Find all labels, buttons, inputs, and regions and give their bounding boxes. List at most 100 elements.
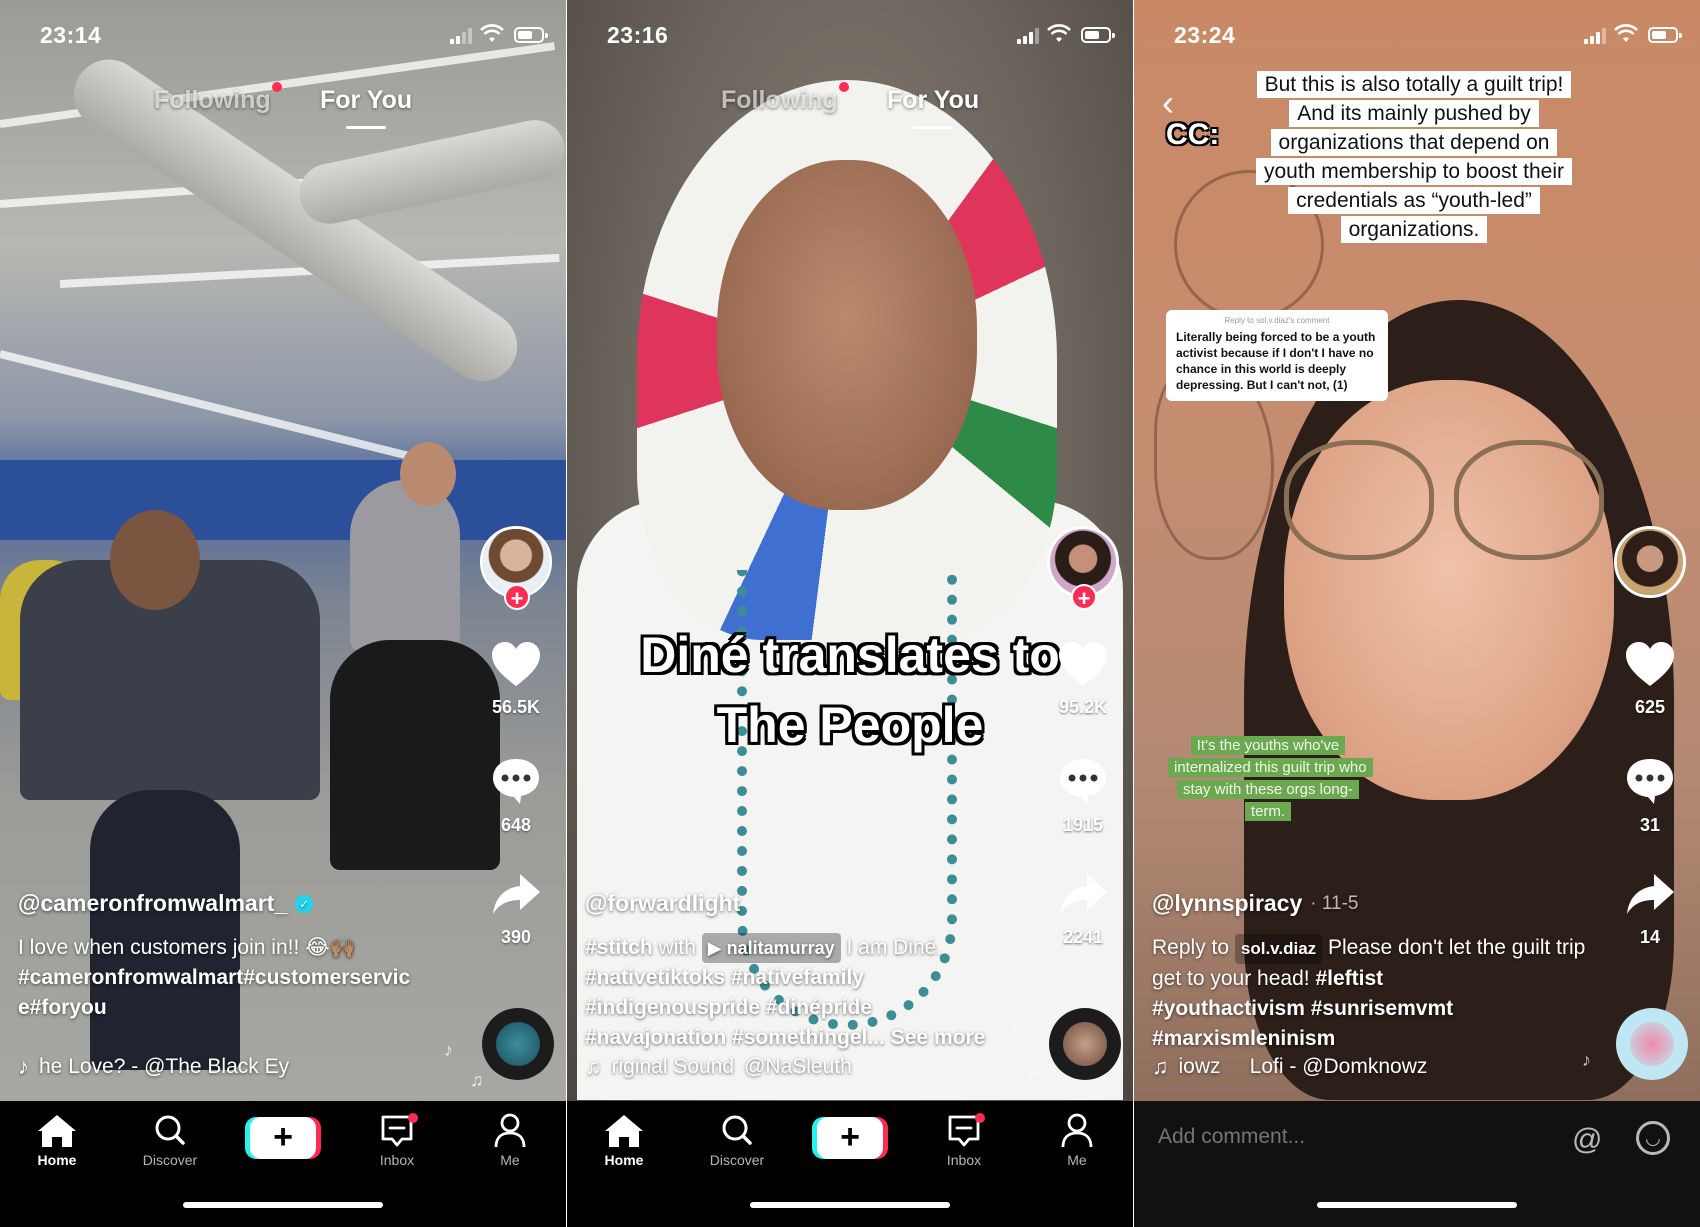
sound-info[interactable]: ♫ iowz Lofi - @Domknowz [1152, 1054, 1592, 1080]
active-tab-indicator [346, 126, 386, 129]
employee-head [110, 510, 200, 610]
tab-for-you[interactable]: For You [320, 86, 412, 115]
hashtags-line[interactable]: #nativetiktoks #nativefamily [585, 963, 1025, 993]
see-more-link[interactable]: See more [891, 1026, 986, 1049]
music-disc[interactable] [482, 1008, 554, 1080]
hashtags-line[interactable]: #indigenouspride #dinépride [585, 993, 1025, 1023]
green-text-overlay: It's the youths who've internalized this… [1168, 735, 1373, 823]
share-button[interactable]: 2241 [1033, 872, 1133, 948]
status-time: 23:16 [607, 22, 669, 48]
music-disc[interactable] [1049, 1008, 1121, 1080]
share-count: 390 [500, 927, 532, 947]
like-count: 95.2K [1058, 697, 1108, 717]
add-comment-input[interactable] [1158, 1125, 1538, 1149]
sound-title: riginal Sound [611, 1055, 735, 1078]
home-indicator [750, 1202, 950, 1208]
tab-following[interactable]: Following [721, 86, 838, 115]
customer-body [350, 480, 460, 650]
share-arrow-icon [493, 874, 540, 914]
share-arrow-icon [1060, 874, 1107, 914]
hashtags-line[interactable]: #youthactivism #sunrisemvmt [1152, 994, 1592, 1024]
phone-screen-3: 23:24 ‹ CC: But this is also totally a g… [1134, 0, 1700, 1227]
nav-inbox[interactable]: Inbox [352, 1111, 442, 1168]
nav-home[interactable]: Home [579, 1111, 669, 1168]
mention-at-icon[interactable]: @ [1572, 1123, 1602, 1157]
video-caption: @forwardlight #stitch with ▶ nalitamurra… [585, 890, 1025, 1053]
hashtag[interactable]: #leftist [1315, 967, 1383, 990]
nav-discover[interactable]: Discover [692, 1111, 782, 1168]
tab-for-you[interactable]: For You [887, 86, 979, 115]
bottom-nav: Home Discover + Inbox Me [0, 1101, 566, 1227]
like-button[interactable]: 95.2K [1033, 640, 1133, 718]
follow-plus-icon[interactable]: + [1071, 584, 1097, 611]
emoji-icon[interactable]: ◡ [1636, 1121, 1670, 1155]
creator-username[interactable]: @lynnspiracy · 11-5 [1152, 890, 1592, 917]
like-button[interactable]: 625 [1600, 640, 1700, 718]
heart-icon [1626, 642, 1674, 686]
status-time: 23:14 [40, 22, 102, 48]
creator-avatar[interactable] [1614, 526, 1686, 598]
video-description: Reply to sol.v.diaz Please don't let the… [1152, 933, 1592, 1054]
comment-bubble-icon [1627, 759, 1673, 804]
battery-icon [1648, 27, 1682, 43]
glasses [1454, 440, 1604, 560]
stitch-hashtag[interactable]: #stitch [585, 936, 653, 959]
cc-label: CC: [1166, 118, 1220, 151]
hashtags-line[interactable]: #navajonation #somethingel... [585, 1026, 885, 1049]
floating-music-note-icon: ♫ [1027, 1060, 1041, 1080]
share-button[interactable]: 390 [466, 872, 566, 948]
create-button[interactable]: + [817, 1117, 883, 1159]
phone-screen-2: 23:16 Following For You Diné translates … [567, 0, 1133, 1227]
inbox-notification-dot [408, 1113, 418, 1123]
following-notification-dot [272, 82, 282, 92]
verified-badge-icon: ✓ [295, 894, 314, 913]
like-button[interactable]: 56.5K [466, 640, 566, 718]
search-icon [155, 1115, 185, 1145]
stitch-user-chip[interactable]: ▶ nalitamurray [701, 933, 841, 963]
creator-username[interactable]: @forwardlight [585, 890, 1025, 917]
sound-info[interactable]: ♫ riginal Sound @NaSleuth [585, 1054, 1025, 1080]
sound-info[interactable]: ♪ he Love? - @The Black Ey [18, 1054, 458, 1080]
comment-bubble-icon [1060, 759, 1106, 804]
comment-count: 1915 [1062, 815, 1104, 835]
comment-count: 648 [500, 815, 532, 835]
video-description: I love when customers join in!! 😂🙌🏽 #cam… [18, 933, 458, 1023]
sound-author: @NaSleuth [744, 1055, 852, 1078]
status-bar: 23:14 [0, 18, 566, 54]
status-bar: 23:24 [1134, 18, 1700, 54]
comment-bar: @ ◡ [1134, 1101, 1700, 1227]
hashtags-line[interactable]: #marxismleninism [1152, 1024, 1592, 1054]
video-description: #stitch with ▶ nalitamurray I am Diné. #… [585, 933, 1025, 1053]
music-disc[interactable] [1616, 1008, 1688, 1080]
reply-user-chip[interactable]: sol.v.diaz [1234, 934, 1323, 964]
comment-button[interactable]: 31 [1600, 756, 1700, 836]
cellular-signal-icon [1584, 28, 1608, 44]
creator-username[interactable]: @cameronfromwalmart_ ✓ [18, 890, 458, 917]
video-caption: @lynnspiracy · 11-5 Reply to sol.v.diaz … [1152, 890, 1592, 1054]
comment-button[interactable]: 648 [466, 756, 566, 836]
tab-following[interactable]: Following [154, 86, 271, 115]
home-icon [605, 1115, 643, 1147]
nav-home[interactable]: Home [12, 1111, 102, 1168]
status-time: 23:24 [1174, 22, 1236, 48]
nav-me[interactable]: Me [1032, 1111, 1122, 1168]
comment-count: 31 [1639, 815, 1661, 835]
comment-button[interactable]: 1915 [1033, 756, 1133, 836]
follow-plus-icon[interactable]: + [504, 584, 530, 611]
sound-title: iowz Lofi - @Domknowz [1178, 1055, 1428, 1078]
reply-comment-card[interactable]: Reply to sol.v.diaz's comment Literally … [1166, 310, 1388, 401]
share-button[interactable]: 14 [1600, 872, 1700, 948]
hashtags[interactable]: #cameronfromwalmart#customerservic e#for… [18, 963, 458, 1023]
share-count: 2241 [1062, 927, 1104, 947]
wifi-icon [480, 24, 504, 42]
share-arrow-icon [1627, 874, 1674, 914]
search-icon [722, 1115, 752, 1145]
nav-me[interactable]: Me [465, 1111, 555, 1168]
creator-avatar[interactable]: + [1047, 526, 1119, 611]
home-icon [38, 1115, 76, 1147]
phone-screen-1: 23:14 Following For You + 56.5K 648 390 [0, 0, 566, 1227]
nav-discover[interactable]: Discover [125, 1111, 215, 1168]
create-button[interactable]: + [250, 1117, 316, 1159]
nav-inbox[interactable]: Inbox [919, 1111, 1009, 1168]
creator-avatar[interactable]: + [480, 526, 552, 611]
